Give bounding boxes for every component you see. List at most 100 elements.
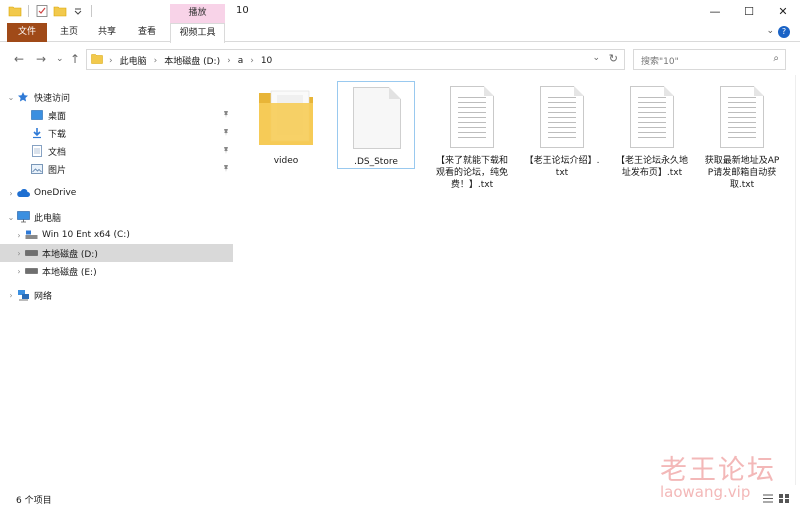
pin-icon[interactable]: [222, 110, 230, 120]
file-list: video .DS_Store 【来了就能下载和观看的论坛，纯免费！】.txt …: [237, 75, 797, 485]
new-folder-icon[interactable]: [53, 4, 67, 18]
breadcrumb-separator[interactable]: ›: [248, 56, 256, 66]
expand-icon[interactable]: ›: [6, 291, 16, 300]
system-drive-icon: [24, 228, 38, 242]
file-item-video[interactable]: video: [247, 81, 325, 167]
file-item-ds-store[interactable]: .DS_Store: [337, 81, 415, 169]
computer-icon: [16, 210, 30, 224]
file-name: 【老王论坛永久地址发布页】.txt: [615, 156, 688, 178]
pictures-icon: [30, 162, 44, 176]
file-item-txt-2[interactable]: 【老王论坛介绍】.txt: [523, 81, 601, 179]
download-arrow-icon: [30, 126, 44, 140]
folder-icon: [8, 4, 22, 18]
maximize-button[interactable]: ☐: [732, 0, 766, 23]
address-bar[interactable]: › 此电脑 › 本地磁盘 (D:) › a › 10 ⌄ ↻: [86, 49, 625, 70]
search-icon[interactable]: ⌕: [773, 53, 779, 64]
breadcrumb-separator[interactable]: ›: [225, 56, 233, 66]
file-name: 获取最新地址及APP请发邮箱自动获取.txt: [704, 156, 780, 190]
sidebar-item-onedrive[interactable]: › OneDrive: [0, 184, 233, 202]
sidebar-item-quick-access[interactable]: ⌄ 快速访问: [0, 88, 233, 106]
sidebar-item-label: 桌面: [48, 111, 67, 122]
sidebar-item-label: Win 10 Ent x64 (C:): [42, 230, 130, 240]
network-icon: [16, 288, 30, 302]
tab-video-tools[interactable]: 视频工具: [170, 23, 225, 43]
close-button[interactable]: ✕: [766, 0, 800, 23]
status-bar: 6 个项目: [0, 488, 800, 510]
details-view-icon[interactable]: [762, 493, 774, 504]
window-controls: — ☐ ✕: [698, 0, 800, 23]
pin-icon[interactable]: [222, 128, 230, 138]
sidebar-item-label: 此电脑: [34, 213, 62, 224]
sidebar-item-label: 图片: [48, 165, 67, 176]
sidebar-item-this-pc[interactable]: ⌄ 此电脑: [0, 208, 233, 226]
text-file-icon: [523, 81, 601, 153]
window-title: 10: [236, 5, 249, 16]
search-placeholder: 搜索"10": [641, 57, 679, 67]
large-icons-view-icon[interactable]: [778, 493, 790, 504]
collapse-icon[interactable]: ⌄: [6, 213, 16, 222]
breadcrumb-separator[interactable]: ›: [152, 56, 160, 66]
sidebar-item-documents[interactable]: 文档: [0, 142, 233, 160]
sidebar-item-label: 网络: [34, 291, 53, 302]
expand-icon[interactable]: ›: [6, 189, 16, 198]
sidebar-item-label: 本地磁盘 (D:): [42, 249, 98, 260]
expand-ribbon-icon[interactable]: ⌄: [766, 26, 774, 36]
tab-home[interactable]: 主页: [50, 23, 88, 42]
file-name: 【老王论坛介绍】.txt: [524, 156, 600, 178]
pin-icon[interactable]: [222, 164, 230, 174]
pin-icon[interactable]: [222, 146, 230, 156]
help-icon[interactable]: ?: [778, 26, 790, 38]
tab-share[interactable]: 共享: [88, 23, 126, 42]
file-name: 【来了就能下载和观看的论坛，纯免费！】.txt: [435, 156, 508, 190]
context-tab-play[interactable]: 播放: [170, 4, 225, 23]
file-name: video: [273, 156, 299, 166]
drive-icon: [24, 264, 38, 278]
sidebar-item-label: OneDrive: [34, 188, 77, 198]
navigation-bar: ← → ⌄ ↑ › 此电脑 › 本地磁盘 (D:) › a › 10 ⌄ ↻ 搜…: [0, 43, 800, 75]
breadcrumb-drive-d[interactable]: 本地磁盘 (D:): [159, 54, 225, 67]
folder-icon: [91, 54, 103, 64]
file-name: .DS_Store: [354, 157, 398, 167]
folder-icon: [247, 81, 325, 153]
expand-icon[interactable]: ›: [14, 231, 24, 240]
text-file-icon: [613, 81, 691, 153]
pane-divider: [795, 75, 796, 485]
file-item-txt-1[interactable]: 【来了就能下载和观看的论坛，纯免费！】.txt: [433, 81, 511, 191]
text-file-icon: [433, 81, 511, 153]
recent-locations-button[interactable]: ⌄: [56, 54, 64, 64]
file-item-txt-4[interactable]: 获取最新地址及APP请发邮箱自动获取.txt: [703, 81, 781, 191]
search-box[interactable]: 搜索"10" ⌕: [633, 49, 786, 70]
back-button[interactable]: ←: [14, 52, 24, 66]
address-dropdown-icon[interactable]: ⌄: [592, 53, 600, 63]
navigation-pane: ⌄ 快速访问 桌面 下载 文档 图片 › OneDrive ⌄ 此电脑 › Wi…: [0, 84, 235, 484]
breadcrumb-separator[interactable]: ›: [107, 56, 115, 66]
up-button[interactable]: ↑: [70, 52, 80, 66]
breadcrumb-this-pc[interactable]: 此电脑: [115, 54, 152, 67]
customize-toolbar-icon[interactable]: [71, 4, 85, 18]
breadcrumb-a[interactable]: a: [233, 56, 249, 66]
sidebar-item-drive-c[interactable]: › Win 10 Ent x64 (C:): [0, 226, 233, 244]
refresh-icon[interactable]: ↻: [609, 52, 618, 65]
breadcrumb: › 此电脑 › 本地磁盘 (D:) › a › 10: [107, 54, 277, 68]
sidebar-item-label: 快速访问: [34, 93, 71, 104]
expand-icon[interactable]: ›: [14, 267, 24, 276]
sidebar-item-pictures[interactable]: 图片: [0, 160, 233, 178]
sidebar-item-network[interactable]: › 网络: [0, 286, 233, 304]
tab-view[interactable]: 查看: [128, 23, 166, 42]
view-switcher: [762, 493, 790, 504]
sidebar-item-drive-d[interactable]: › 本地磁盘 (D:): [0, 244, 233, 262]
collapse-icon[interactable]: ⌄: [6, 93, 16, 102]
expand-icon[interactable]: ›: [14, 249, 24, 258]
quick-access-toolbar: [8, 4, 94, 18]
cloud-icon: [16, 186, 30, 200]
sidebar-item-desktop[interactable]: 桌面: [0, 106, 233, 124]
breadcrumb-10[interactable]: 10: [256, 56, 277, 66]
desktop-icon: [30, 108, 44, 122]
properties-icon[interactable]: [35, 4, 49, 18]
sidebar-item-downloads[interactable]: 下载: [0, 124, 233, 142]
sidebar-item-drive-e[interactable]: › 本地磁盘 (E:): [0, 262, 233, 280]
tab-file[interactable]: 文件: [7, 23, 47, 42]
forward-button[interactable]: →: [36, 52, 46, 66]
minimize-button[interactable]: —: [698, 0, 732, 23]
file-item-txt-3[interactable]: 【老王论坛永久地址发布页】.txt: [613, 81, 691, 179]
